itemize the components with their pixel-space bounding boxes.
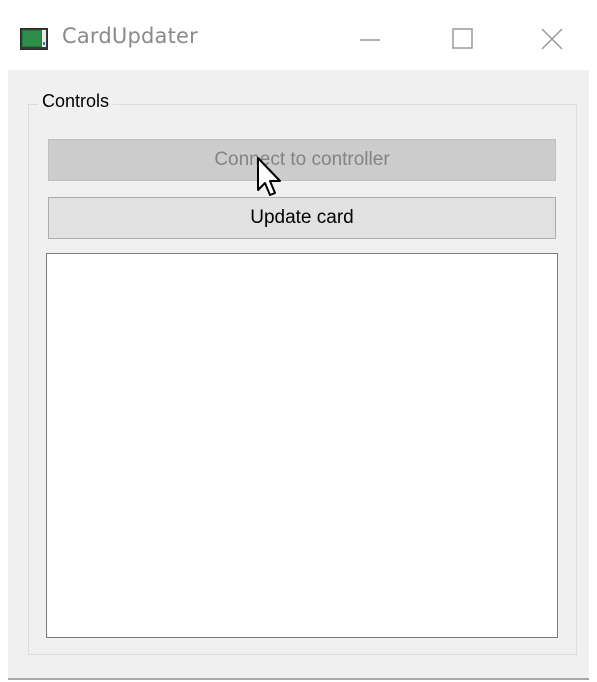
- client-area: Controls Connect to controller Update ca…: [8, 70, 589, 678]
- maximize-button[interactable]: [433, 0, 493, 70]
- log-output-box[interactable]: [46, 253, 558, 638]
- update-card-button[interactable]: Update card: [48, 197, 556, 239]
- close-button[interactable]: [527, 0, 587, 70]
- app-window-icon: [20, 28, 48, 50]
- controls-group-title: Controls: [38, 91, 114, 112]
- connect-to-controller-button[interactable]: Connect to controller: [48, 139, 556, 181]
- cardupdater-window: CardUpdater Controls Connect to controll…: [0, 0, 597, 682]
- arrow-cursor: [255, 156, 285, 200]
- title-bar[interactable]: CardUpdater: [0, 0, 597, 70]
- window-title: CardUpdater: [62, 24, 199, 48]
- minimize-button[interactable]: [340, 0, 400, 70]
- window-bottom-border: [8, 678, 589, 680]
